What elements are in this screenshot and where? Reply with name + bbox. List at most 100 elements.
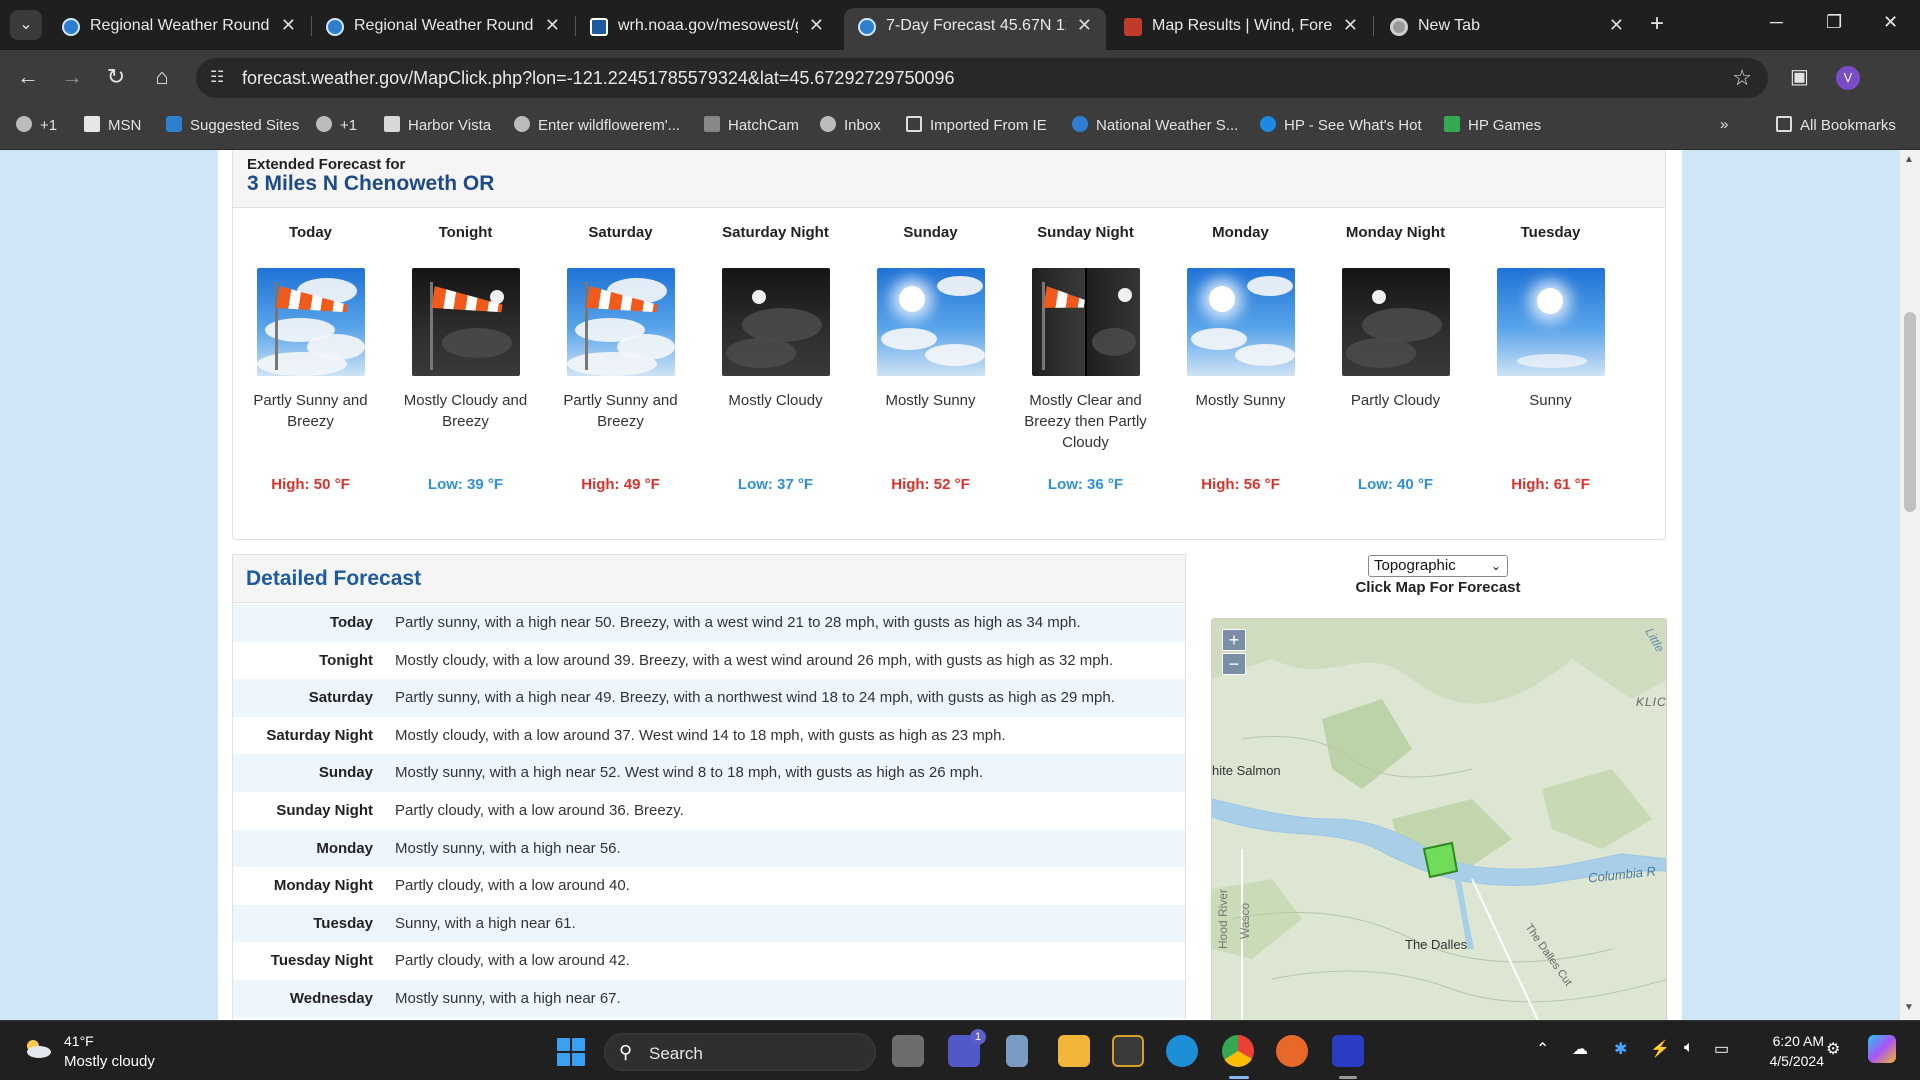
notifications-icon[interactable]: ⚙ <box>1826 1039 1840 1059</box>
wind-day-clouds-icon[interactable] <box>256 268 365 376</box>
tab-title: 7-Day Forecast 45.67N 121 <box>886 17 1066 34</box>
detailed-forecast-row: Sunday Mostly sunny, with a high near 52.… <box>233 754 1185 792</box>
night-cloudy-icon[interactable] <box>1341 268 1450 376</box>
scrollbar-thumb[interactable] <box>1904 312 1916 512</box>
bookmark-item[interactable]: MSN <box>84 116 141 134</box>
bookmarks-overflow-button[interactable]: » <box>1720 116 1728 133</box>
wind-night-icon[interactable] <box>411 268 520 376</box>
wind-day-clouds-icon[interactable] <box>566 268 675 376</box>
bookmark-item[interactable]: HatchCam <box>704 116 799 134</box>
close-icon[interactable]: ✕ <box>1077 15 1092 36</box>
cloudy-weather-icon[interactable] <box>22 1037 52 1059</box>
side-panel-icon[interactable]: ▣ <box>1790 64 1809 89</box>
zoom-in-button[interactable]: + <box>1222 629 1246 651</box>
detailed-period-text: Mostly sunny, with a high near 56. <box>395 839 621 857</box>
tray-overflow-icon[interactable]: ⌃ <box>1536 1039 1549 1059</box>
detailed-forecast-row: Saturday Night Mostly cloudy, with a low … <box>233 717 1185 755</box>
detailed-period-label: Saturday <box>308 689 373 707</box>
detailed-period-label: Tuesday Night <box>270 952 373 970</box>
onedrive-icon[interactable]: ☁ <box>1572 1039 1588 1059</box>
firefox-icon[interactable] <box>1276 1035 1308 1067</box>
forecast-period: Saturday Night Mostly Cloudy Low: 37 °F <box>698 222 853 493</box>
address-bar[interactable]: ☷ forecast.weather.gov/MapClick.php?lon=… <box>196 58 1768 98</box>
hp-games-icon <box>1444 116 1460 132</box>
sun-few-clouds-icon[interactable] <box>1186 268 1295 376</box>
detailed-forecast-row: Today Partly sunny, with a high near 50. … <box>233 604 1185 642</box>
copilot-icon[interactable] <box>1868 1035 1896 1063</box>
file-explorer-icon[interactable] <box>1058 1035 1090 1067</box>
forecast-map[interactable]: + − hite Salmon The Dalles Columbia R Ho… <box>1211 618 1667 1020</box>
tab-search-button[interactable]: ⌄ <box>10 10 42 40</box>
tab-title: wrh.noaa.gov/mesowest/g <box>618 17 798 34</box>
home-button[interactable]: ⌂ <box>148 64 176 90</box>
tab-new-tab[interactable]: New Tab ✕ <box>1376 8 1638 44</box>
battery-icon[interactable]: ▭ <box>1714 1039 1729 1059</box>
close-icon[interactable]: ✕ <box>809 15 824 36</box>
sun-few-clouds-icon[interactable] <box>876 268 985 376</box>
bookmark-item[interactable]: Inbox <box>820 116 881 134</box>
bookmark-item[interactable]: HP - See What's Hot <box>1260 116 1422 134</box>
bookmark-item[interactable]: Enter wildflowerem'... <box>514 116 680 134</box>
period-name: Today <box>288 224 333 241</box>
bluetooth-icon[interactable]: ✱ <box>1614 1039 1627 1059</box>
close-icon[interactable]: ✕ <box>281 15 296 36</box>
topographic-map[interactable] <box>1212 619 1667 1020</box>
wind-night-split-icon[interactable] <box>1031 268 1140 376</box>
notepad-icon[interactable] <box>1006 1035 1028 1067</box>
forecast-location: 3 Miles N Chenoweth OR <box>247 172 495 195</box>
taskbar-search[interactable]: ⚲ Search <box>604 1033 876 1071</box>
news-app-icon[interactable] <box>1112 1035 1144 1067</box>
minimize-button[interactable]: ─ <box>1770 12 1783 33</box>
tab-regional-weather-2[interactable]: Regional Weather Roundup ✕ <box>312 8 574 44</box>
detailed-forecast-row: Monday Mostly sunny, with a high near 56. <box>233 829 1185 868</box>
sun-clear-icon[interactable] <box>1496 268 1605 376</box>
close-window-button[interactable]: ✕ <box>1883 12 1898 33</box>
bookmark-folder[interactable]: Imported From IE <box>906 116 1047 134</box>
new-tab-button[interactable]: + <box>1650 10 1664 38</box>
zoom-out-button[interactable]: − <box>1222 653 1246 675</box>
restore-button[interactable]: ❐ <box>1826 12 1842 33</box>
taskbar-weather-temp[interactable]: 41°F <box>64 1033 94 1049</box>
all-bookmarks-button[interactable]: All Bookmarks <box>1776 116 1896 134</box>
forward-button[interactable]: → <box>58 64 86 90</box>
task-view-icon[interactable] <box>892 1035 924 1067</box>
tab-regional-weather-1[interactable]: Regional Weather Roundup ✕ <box>48 8 310 44</box>
reload-button[interactable]: ↻ <box>102 64 130 90</box>
chrome-icon[interactable] <box>1222 1035 1254 1067</box>
profile-avatar[interactable]: V <box>1836 66 1860 90</box>
bookmark-item[interactable]: +1 <box>16 116 57 134</box>
detailed-forecast-row: Tonight Mostly cloudy, with a low around … <box>233 642 1185 680</box>
globe-icon <box>820 116 836 132</box>
tab-map-results[interactable]: Map Results | Wind, Foreca ✕ <box>1110 8 1372 44</box>
taskbar-clock[interactable]: 6:20 AM 4/5/2024 <box>1744 1031 1825 1071</box>
bookmark-item[interactable]: +1 <box>316 116 357 134</box>
map-layer-select[interactable]: Topographic ⌄ <box>1368 555 1508 577</box>
network-icon[interactable]: ⚡ <box>1650 1039 1670 1059</box>
url-text[interactable]: forecast.weather.gov/MapClick.php?lon=-1… <box>242 68 955 89</box>
forecast-area-marker <box>1422 841 1459 879</box>
night-cloudy-icon[interactable] <box>721 268 830 376</box>
back-button[interactable]: ← <box>14 64 42 90</box>
tab-mesowest[interactable]: wrh.noaa.gov/mesowest/g ✕ <box>576 8 838 44</box>
close-icon[interactable]: ✕ <box>1343 15 1358 36</box>
scroll-up-icon[interactable]: ▲ <box>1904 154 1914 165</box>
site-info-icon[interactable]: ☷ <box>210 67 224 87</box>
scroll-down-icon[interactable]: ▼ <box>1904 1002 1914 1013</box>
volume-icon[interactable]: 🔈︎ <box>1684 1039 1694 1057</box>
windows-start-icon[interactable] <box>557 1038 585 1066</box>
close-icon[interactable]: ✕ <box>545 15 560 36</box>
teams-icon[interactable]: 1 <box>948 1029 986 1067</box>
page-scrollbar[interactable]: ▲ ▼ <box>1900 150 1920 1020</box>
taskbar-weather-desc[interactable]: Mostly cloudy <box>64 1053 155 1070</box>
high-temp: High: 50 °F <box>271 476 350 493</box>
bookmark-star-icon[interactable]: ☆ <box>1732 65 1752 91</box>
close-icon[interactable]: ✕ <box>1609 15 1624 36</box>
bookmark-item[interactable]: HP Games <box>1444 116 1541 134</box>
webex-icon[interactable] <box>1332 1035 1364 1067</box>
bookmark-item[interactable]: Harbor Vista <box>384 116 491 134</box>
edge-icon[interactable] <box>1166 1035 1198 1067</box>
high-temp: High: 52 °F <box>891 476 970 493</box>
bookmark-item[interactable]: Suggested Sites <box>166 116 299 134</box>
tab-7day-forecast[interactable]: 7-Day Forecast 45.67N 121 ✕ <box>844 8 1106 50</box>
bookmark-item[interactable]: National Weather S... <box>1072 116 1238 134</box>
